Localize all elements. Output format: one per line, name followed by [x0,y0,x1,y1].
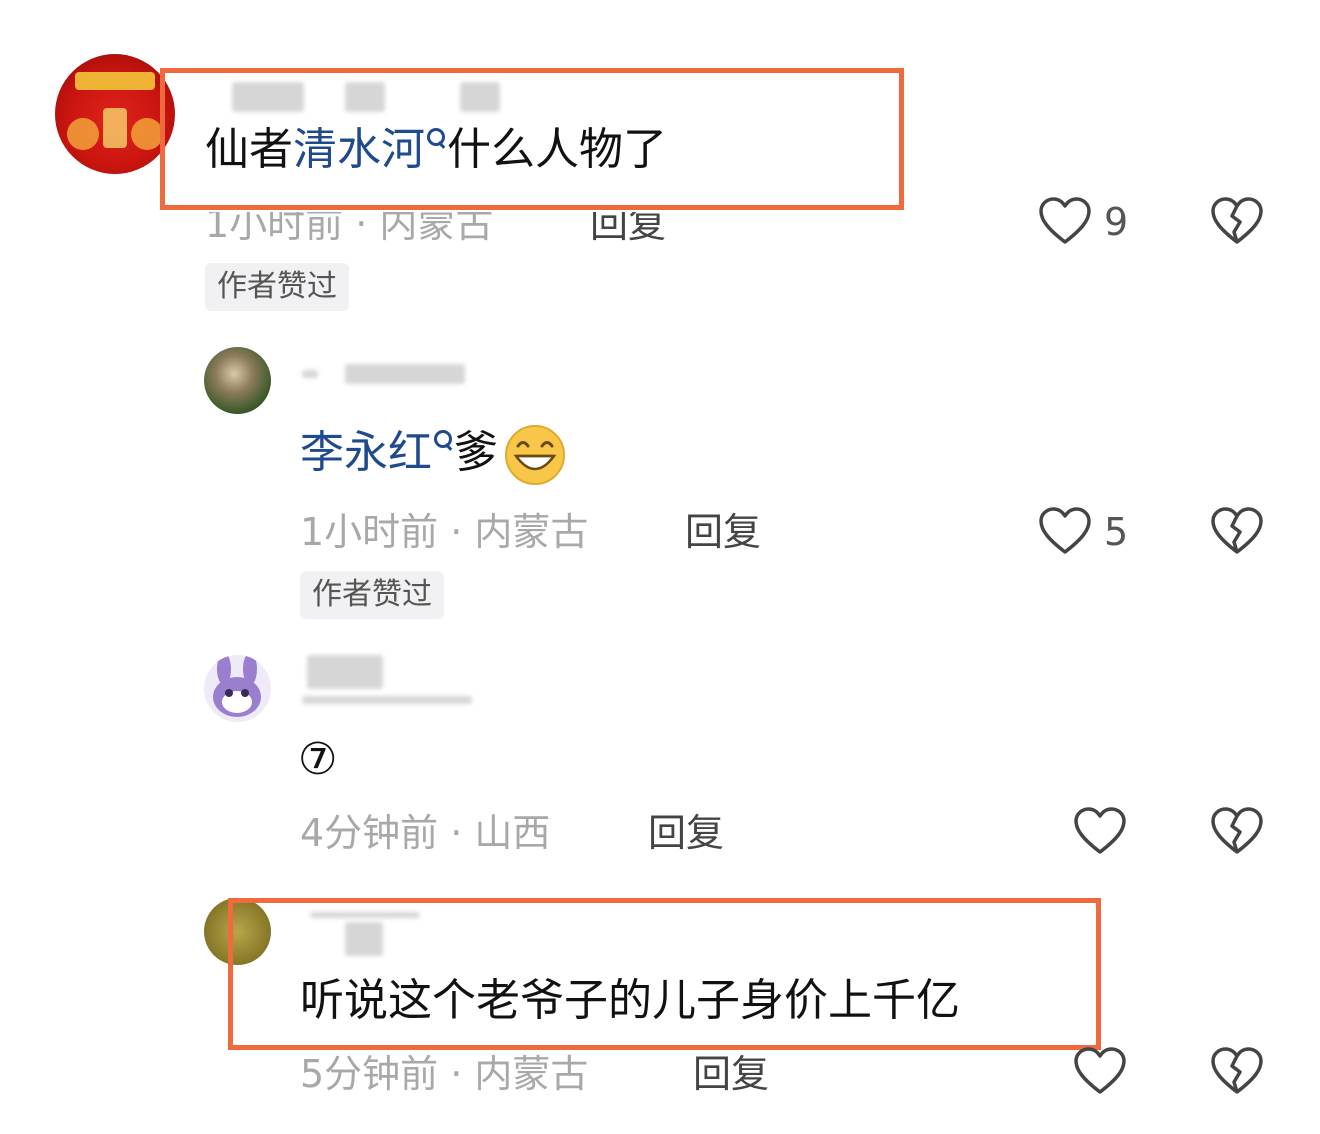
username-blurred [345,364,465,384]
topic-link[interactable]: 李永红 [300,427,454,478]
comment-meta: 4分钟前 · 山西 [300,811,551,855]
search-icon [432,428,454,454]
like-count: 5 [1104,510,1129,554]
heart-icon[interactable] [1073,1046,1127,1096]
author-liked-badge: 作者赞过 [300,571,444,619]
broken-heart-icon[interactable] [1210,196,1264,246]
like-count: 9 [1104,200,1129,244]
avatar[interactable] [55,54,175,174]
highlight-box [228,898,1101,1050]
broken-heart-icon[interactable] [1210,1046,1264,1096]
grinning-face-icon [505,425,565,485]
reply-button[interactable]: 回复 [685,508,761,556]
comment-text: ⑦ [298,734,338,785]
broken-heart-icon[interactable] [1210,506,1264,556]
username-blurred [302,370,318,378]
reply-button[interactable]: 回复 [648,809,724,857]
author-liked-badge: 作者赞过 [205,263,349,311]
comment-meta: 1小时前 · 内蒙古 [300,510,589,554]
avatar[interactable] [204,655,271,722]
heart-icon[interactable] [1073,806,1127,856]
avatar[interactable] [204,347,271,414]
username-blurred [307,655,383,689]
heart-icon[interactable] [1038,506,1092,556]
reply-button[interactable]: 回复 [693,1050,769,1098]
broken-heart-icon[interactable] [1210,806,1264,856]
comment-meta: 5分钟前 · 内蒙古 [300,1052,589,1096]
username-blurred [302,696,472,704]
comment-text: 李永红爹 [300,424,566,486]
highlight-box [160,68,904,210]
heart-icon[interactable] [1038,196,1092,246]
